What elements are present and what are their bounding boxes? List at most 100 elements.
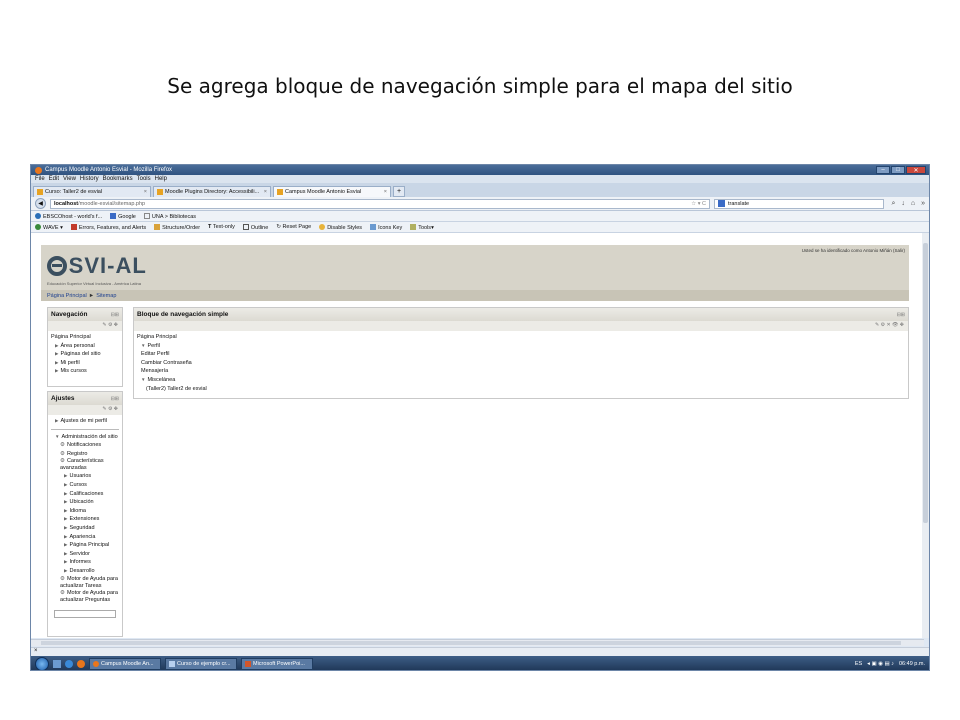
sitemap-perfil[interactable]: ▼ Perfil	[137, 342, 905, 351]
block-controls-icon[interactable]: ⊟⊞	[897, 312, 905, 318]
collapse-icon: ▼	[55, 433, 60, 439]
sitemap-home[interactable]: Página Principal	[137, 333, 905, 342]
taskbar-course[interactable]: Curso de ejemplo cr...	[165, 658, 237, 670]
tab-close-icon[interactable]: ×	[144, 189, 147, 195]
horizontal-scrollbar[interactable]	[31, 639, 924, 646]
sitemap-item[interactable]: Mensajería	[137, 367, 905, 376]
tab-plugins[interactable]: Moodle Plugins Directory: Accessibili...…	[153, 186, 271, 197]
wave-button[interactable]: WAVE ▾	[35, 223, 63, 231]
wave-disable-styles[interactable]: Disable Styles	[319, 223, 362, 231]
back-button[interactable]: ◀	[35, 198, 46, 209]
block-edit-icons[interactable]: ✎ ⚙ ✥	[48, 405, 122, 415]
wave-tools[interactable]: Tools▾	[410, 223, 434, 231]
nav-item[interactable]: ▶ Mi perfil	[51, 359, 119, 368]
firefox-icon[interactable]	[77, 660, 85, 668]
settings-profile[interactable]: ▶ Ajustes de mi perfil	[51, 417, 119, 426]
taskbar-powerpoint[interactable]: Microsoft PowerPoi...	[241, 658, 313, 670]
tab-campus[interactable]: Campus Moodle Antonio Esvial ×	[273, 186, 391, 197]
wave-errors[interactable]: Errors, Features, and Alerts	[70, 223, 146, 231]
minimize-button[interactable]: –	[876, 166, 890, 174]
block-edit-icons[interactable]: ✎ ⚙ ✥	[48, 321, 122, 331]
settings-item-label: Administración del sitio	[61, 433, 118, 440]
tab-strip: Curso: Taller2 de esvial × Moodle Plugin…	[31, 183, 929, 197]
admin-category[interactable]: ▶ Desarrollo	[51, 567, 119, 576]
bookmark-ebsco[interactable]: EBSCOhost - world's f...	[35, 212, 102, 220]
menu-edit[interactable]: Edit	[49, 176, 59, 182]
menu-help[interactable]: Help	[155, 176, 167, 182]
bookmark-google[interactable]: Google	[110, 212, 136, 220]
sitemap-item[interactable]: (Taller2) Taller2 de esvial	[137, 385, 905, 394]
wave-icons-key[interactable]: Icons Key	[370, 223, 402, 231]
admin-category[interactable]: ▶ Calificaciones	[51, 490, 119, 499]
menu-view[interactable]: View	[63, 176, 76, 182]
expand-icon: ▶	[64, 473, 68, 479]
tab-close-icon[interactable]: ×	[264, 189, 267, 195]
admin-item[interactable]: ⚙ Motor de Ayuda para actualizar Tareas	[51, 576, 119, 590]
nav-item[interactable]: ▶ Área personal	[51, 342, 119, 351]
menu-bookmarks[interactable]: Bookmarks	[103, 176, 133, 182]
taskbar-firefox[interactable]: Campus Moodle An...	[89, 658, 161, 670]
admin-category[interactable]: ▶ Apariencia	[51, 533, 119, 542]
sitemap-misc[interactable]: ▼ Miscelánea	[137, 376, 905, 385]
clock[interactable]: 06:49 p.m.	[899, 661, 925, 667]
vertical-scrollbar[interactable]	[922, 233, 929, 638]
admin-item[interactable]: ⚙ Notificaciones	[51, 441, 119, 450]
tab-close-icon[interactable]: ×	[384, 189, 387, 195]
wave-structure[interactable]: Structure/Order	[154, 223, 200, 231]
scroll-thumb[interactable]	[923, 243, 928, 523]
breadcrumb-sitemap[interactable]: Sitemap	[96, 293, 116, 299]
admin-category[interactable]: ▶ Página Principal	[51, 541, 119, 550]
breadcrumb-separator: ►	[88, 292, 95, 299]
ie-icon[interactable]	[65, 660, 73, 668]
home-icon[interactable]: ⌂	[911, 200, 915, 208]
search-icon[interactable]: ⌕	[891, 200, 895, 208]
tab-course[interactable]: Curso: Taller2 de esvial ×	[33, 186, 151, 197]
menu-history[interactable]: History	[80, 176, 99, 182]
sitemap-item[interactable]: Cambiar Contraseña	[137, 359, 905, 368]
admin-category[interactable]: ▶ Ubicación	[51, 498, 119, 507]
block-controls-icon[interactable]: ⊟⊞	[111, 396, 119, 402]
admin-category[interactable]: ▶ Extensiones	[51, 515, 119, 524]
show-desktop-icon[interactable]	[53, 660, 61, 668]
moodle-icon	[157, 189, 163, 195]
bookmark-star-icon[interactable]: ☆ ▾ C	[691, 201, 706, 207]
wave-reset[interactable]: ↻ Reset Page	[276, 224, 311, 230]
addons-icon[interactable]: »	[921, 200, 925, 208]
new-tab-button[interactable]: +	[393, 186, 405, 197]
scroll-thumb[interactable]	[41, 641, 901, 645]
addon-bar-close-icon[interactable]: ×	[34, 648, 38, 654]
settings-search-input[interactable]	[54, 609, 116, 618]
admin-category[interactable]: ▶ Servidor	[51, 550, 119, 559]
wave-textonly[interactable]: T Text-only	[208, 224, 235, 230]
tray-icons[interactable]: ◂ ▣ ◉ ▤ ♪	[867, 661, 894, 667]
wave-outline[interactable]: Outline	[242, 223, 268, 231]
admin-category[interactable]: ▶ Seguridad	[51, 524, 119, 533]
start-button[interactable]	[35, 657, 49, 670]
breadcrumb-home[interactable]: Página Principal	[47, 293, 87, 299]
site-logo[interactable]: SVI-AL Educación Superior Virtual Inclus…	[47, 253, 147, 286]
block-controls-icon[interactable]: ⊟⊞	[111, 312, 119, 318]
settings-admin[interactable]: ▼ Administración del sitio	[51, 433, 119, 442]
menu-tools[interactable]: Tools	[137, 176, 151, 182]
bookmark-una[interactable]: UNA > Bibliotecas	[143, 212, 196, 220]
nav-home[interactable]: Página Principal	[51, 333, 119, 342]
address-bar[interactable]: localhost /moodle-esvial/sitemap.php ☆ ▾…	[50, 198, 710, 209]
menu-file[interactable]: File	[35, 176, 45, 182]
admin-category[interactable]: ▶ Informes	[51, 558, 119, 567]
close-button[interactable]: ✕	[906, 166, 926, 174]
gear-icon: ⚙	[60, 458, 65, 465]
admin-category[interactable]: ▶ Cursos	[51, 481, 119, 490]
sitemap-item[interactable]: Editar Perfil	[137, 350, 905, 359]
language-indicator[interactable]: ES	[855, 661, 862, 667]
admin-category[interactable]: ▶ Idioma	[51, 507, 119, 516]
admin-item[interactable]: ⚙ Motor de Ayuda para actualizar Pregunta…	[51, 590, 119, 604]
admin-category-label: Cursos	[69, 481, 87, 488]
maximize-button[interactable]: □	[891, 166, 905, 174]
admin-item[interactable]: ⚙ Características avanzadas	[51, 458, 119, 472]
download-icon[interactable]: ↓	[901, 200, 905, 208]
nav-item[interactable]: ▶ Mis cursos	[51, 367, 119, 376]
search-bar[interactable]: translate	[714, 198, 884, 209]
admin-category[interactable]: ▶ Usuarios	[51, 472, 119, 481]
block-edit-icons[interactable]: ✎ ⚙ ✕ 👁 ✥	[134, 321, 908, 331]
nav-item[interactable]: ▶ Páginas del sitio	[51, 350, 119, 359]
